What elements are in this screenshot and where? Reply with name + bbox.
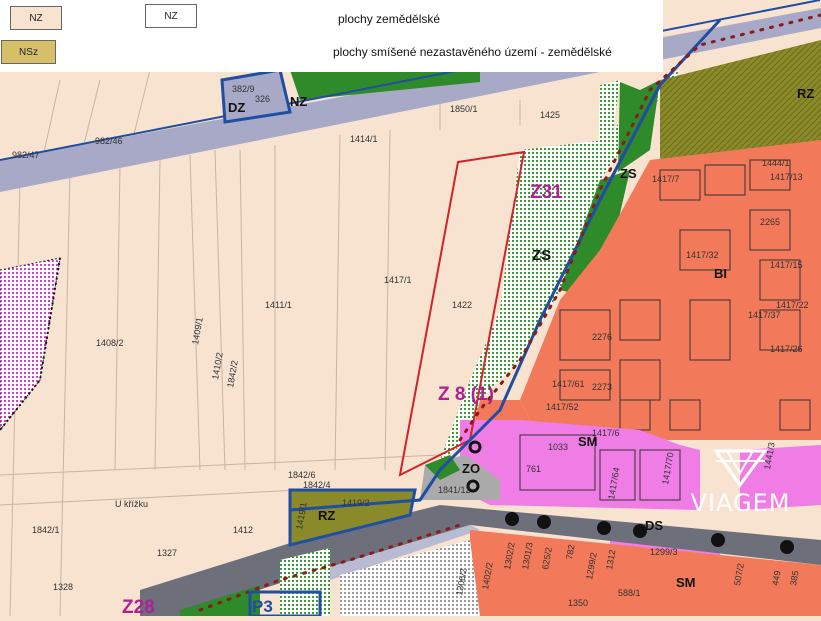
parcel-label: 1411/1 xyxy=(265,300,292,310)
parcel-label: 1328 xyxy=(53,582,73,592)
parcel-label: 2276 xyxy=(592,332,612,342)
parcel-label: 1408/2 xyxy=(96,338,124,348)
parcel-label: 1412 xyxy=(233,525,253,535)
parcel-label: 1327 xyxy=(157,548,177,558)
parcel-label: 1417/37 xyxy=(748,310,781,320)
zone-label-z8: Z 8 (1) xyxy=(438,384,494,405)
parcel-label: 1425 xyxy=(540,110,560,120)
zone-label-bi: BI xyxy=(714,266,727,281)
legend-label-nz: plochy zemědělské xyxy=(338,12,441,26)
parcel-label: 1417/61 xyxy=(552,379,585,389)
zone-label-z28: Z28 xyxy=(122,597,155,616)
legend-label-nsz: plochy smíšené nezastavěného území - zem… xyxy=(333,45,612,59)
parcel-label: 1417/6 xyxy=(592,428,620,438)
parcel-label: 1850/1 xyxy=(450,104,478,114)
parcel-label: 1842/6 xyxy=(288,470,316,480)
parcel-label: 1299/3 xyxy=(650,547,678,557)
parcel-label: 1841/12 xyxy=(438,485,471,495)
zone-label-zs-top: ZS xyxy=(620,166,637,181)
zone-label-zs-mid: ZS xyxy=(532,247,551,264)
parcel-label: U křížku xyxy=(115,499,148,509)
parcel-label: 1033 xyxy=(548,442,568,452)
parcel-label: 1350 xyxy=(568,598,588,608)
zone-label-rz-top: RZ xyxy=(797,86,814,101)
parcel-label: 982/46 xyxy=(95,136,123,146)
legend-swatch-nz: NZ xyxy=(10,6,62,30)
parcel-label: 1414/1 xyxy=(350,134,378,144)
zone-label-rz-bottom: RZ xyxy=(318,508,335,523)
parcel-label: 1417/52 xyxy=(546,402,579,412)
parcel-label: 1417/1 xyxy=(384,275,412,285)
parcel-label: 1422 xyxy=(452,300,472,310)
watermark-text: VIAGEM xyxy=(690,489,791,517)
parcel-label: 1417/15 xyxy=(770,260,803,270)
parcel-label: 1417/32 xyxy=(686,250,719,260)
zone-label-p3: P3 xyxy=(252,597,273,616)
parcel-label: 588/1 xyxy=(618,588,641,598)
parcel-label: 761 xyxy=(526,464,541,474)
zone-label-nz: NZ xyxy=(290,94,307,109)
zone-label-ds: DS xyxy=(645,518,663,533)
parcel-label: 2265 xyxy=(760,217,780,227)
parcel-label: 1417/22 xyxy=(776,300,809,310)
zone-label-dz: DZ xyxy=(228,100,245,115)
zone-label-z31: Z31 xyxy=(530,182,563,203)
parcel-label: 2273 xyxy=(592,382,612,392)
parcel-label: 1842/1 xyxy=(32,525,60,535)
legend-swatch-nz-outline: NZ xyxy=(145,4,197,28)
zs-area-bottom xyxy=(280,548,330,616)
zone-label-zo: ZO xyxy=(462,461,480,476)
parcel-label: 1444/1 xyxy=(762,158,790,168)
legend-swatch-nsz: NSz xyxy=(1,40,56,64)
parcel-label: 1417/13 xyxy=(770,172,803,182)
viagem-watermark: VIAGEM xyxy=(683,445,798,525)
viagem-logo-icon xyxy=(713,449,768,488)
parcel-label: 382/9 xyxy=(232,84,255,94)
parcel-label: 1419/2 xyxy=(342,498,370,508)
zone-label-sm2: SM xyxy=(676,575,696,590)
parcel-label: 1417/26 xyxy=(770,344,803,354)
parcel-label: 1417/7 xyxy=(652,174,680,184)
parcel-label: 326 xyxy=(255,94,270,104)
parcel-label: 1842/4 xyxy=(303,480,331,490)
parcel-label: 982/47 xyxy=(12,150,40,160)
